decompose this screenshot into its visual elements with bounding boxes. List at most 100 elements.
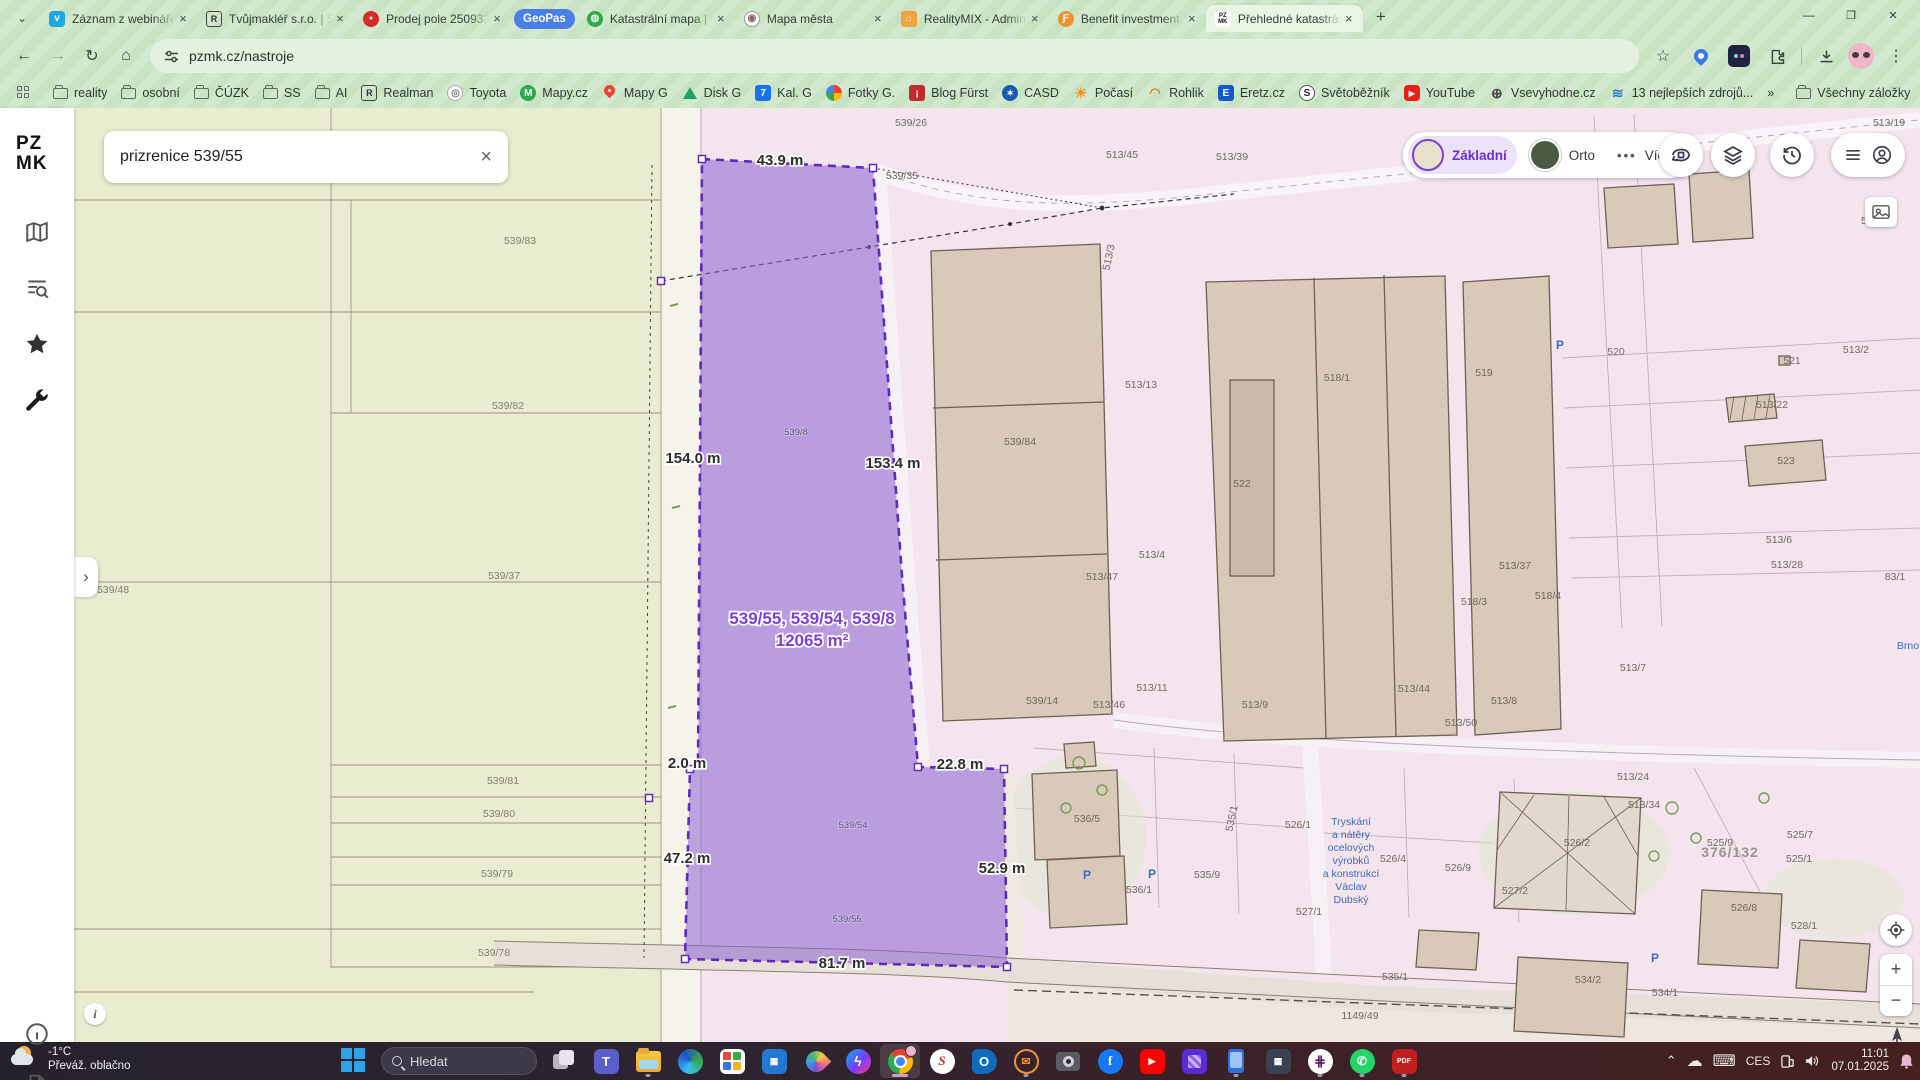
tab-close-icon[interactable]: × bbox=[1027, 11, 1043, 27]
taskbar-app-whatsapp[interactable]: ✆ bbox=[1342, 1044, 1382, 1078]
bookmark-item[interactable]: Disk G bbox=[675, 82, 749, 104]
taskbar-app-outlook[interactable]: O bbox=[964, 1044, 1004, 1078]
browser-tab[interactable]: ƑBenefit investment, a.s. (Iva× bbox=[1049, 5, 1206, 32]
bookmark-item[interactable]: reality bbox=[46, 83, 114, 103]
search-list-icon[interactable] bbox=[0, 260, 74, 316]
taskbar-search[interactable]: Hledat bbox=[381, 1047, 537, 1075]
taskbar-app-chrome[interactable] bbox=[880, 1044, 920, 1078]
address-bar[interactable]: pzmk.cz/nastroje bbox=[150, 39, 1639, 73]
polygon-vertex-handle[interactable] bbox=[682, 956, 689, 963]
map-snapshot-button[interactable] bbox=[1865, 197, 1897, 227]
dark-extension-icon[interactable] bbox=[1723, 40, 1755, 72]
extensions-puzzle-icon[interactable] bbox=[1761, 40, 1793, 72]
rotate-3d-button[interactable] bbox=[1659, 133, 1703, 177]
map-viewport[interactable]: 539/83539/82539/37539/48539/81539/80539/… bbox=[74, 108, 1920, 1042]
map-canvas[interactable]: 539/83539/82539/37539/48539/81539/80539/… bbox=[74, 108, 1920, 1042]
tab-group-chip[interactable]: GeoPas bbox=[514, 9, 575, 29]
new-tab-button[interactable]: + bbox=[1367, 3, 1395, 31]
tray-hidden-icons-chevron[interactable]: ⌃ bbox=[1666, 1053, 1677, 1069]
bookmark-item[interactable]: ✶CASD bbox=[995, 82, 1066, 104]
volume-icon[interactable] bbox=[1805, 1054, 1821, 1068]
pzmk-logo[interactable]: PZMK bbox=[16, 134, 74, 174]
bookmark-item[interactable]: ▶YouTube bbox=[1397, 82, 1482, 104]
profile-avatar[interactable] bbox=[1848, 43, 1874, 69]
bookmark-item[interactable]: RRealman bbox=[354, 82, 440, 104]
bookmark-item[interactable]: EEretz.cz bbox=[1211, 82, 1292, 104]
tab-search-button[interactable]: ⌄ bbox=[8, 5, 36, 31]
tab-close-icon[interactable]: × bbox=[1341, 11, 1357, 27]
tab-close-icon[interactable]: × bbox=[1184, 11, 1200, 27]
chrome-menu-icon[interactable]: ⋮ bbox=[1880, 40, 1912, 72]
tab-close-icon[interactable]: × bbox=[870, 11, 886, 27]
basemap-basic-option[interactable]: Základní bbox=[1408, 136, 1517, 174]
tab-close-icon[interactable]: × bbox=[489, 11, 505, 27]
bookmark-item[interactable]: Fotky G. bbox=[819, 82, 902, 104]
taskbar-app-explorer[interactable] bbox=[628, 1044, 668, 1078]
clear-search-icon[interactable]: × bbox=[480, 146, 492, 169]
zoom-in-button[interactable]: + bbox=[1880, 954, 1912, 986]
downloads-icon[interactable] bbox=[1810, 40, 1842, 72]
polygon-vertex-handle[interactable] bbox=[646, 795, 653, 802]
site-settings-icon[interactable] bbox=[164, 49, 179, 64]
taskbar-app-calculator[interactable]: ▦ bbox=[1258, 1044, 1298, 1078]
phone-link-icon[interactable] bbox=[1780, 1054, 1795, 1069]
window-maximize-button[interactable]: ❐ bbox=[1830, 0, 1872, 30]
sidebar-info-icon[interactable] bbox=[0, 1006, 74, 1062]
maps-pin-extension-icon[interactable] bbox=[1685, 40, 1717, 72]
taskbar-app-clipchamp[interactable] bbox=[1174, 1044, 1214, 1078]
polygon-vertex-handle[interactable] bbox=[870, 165, 877, 172]
bookmark-item[interactable]: ⊕Vsevyhodne.cz bbox=[1482, 82, 1603, 104]
window-minimize-button[interactable]: — bbox=[1788, 0, 1830, 30]
taskbar-app-calendar[interactable]: ▦ bbox=[754, 1044, 794, 1078]
forward-button[interactable]: → bbox=[42, 40, 74, 72]
polygon-vertex-handle[interactable] bbox=[1004, 964, 1011, 971]
browser-tab[interactable]: ⌂RealityMIX - Administrační× bbox=[892, 5, 1049, 32]
bookmark-item[interactable]: MMapy.cz bbox=[513, 82, 595, 104]
taskbar-app-phone[interactable] bbox=[1216, 1044, 1256, 1078]
polygon-vertex-handle[interactable] bbox=[1001, 766, 1008, 773]
bookmark-item[interactable]: osobní bbox=[114, 83, 187, 103]
taskbar-app-teams[interactable]: T bbox=[586, 1044, 626, 1078]
panel-expander-button[interactable]: › bbox=[74, 557, 98, 597]
layers-button[interactable] bbox=[1711, 133, 1755, 177]
polygon-vertex-handle[interactable] bbox=[915, 764, 922, 771]
compass-north-button[interactable] bbox=[1886, 1024, 1908, 1042]
map-icon[interactable] bbox=[0, 204, 74, 260]
polygon-vertex-handle[interactable] bbox=[699, 156, 706, 163]
taskbar-app-camera[interactable] bbox=[1048, 1044, 1088, 1078]
notifications-bell-icon[interactable] bbox=[1899, 1053, 1914, 1069]
menu-account-button[interactable] bbox=[1831, 133, 1905, 177]
taskbar-app-store[interactable] bbox=[712, 1044, 752, 1078]
reload-button[interactable]: ↻ bbox=[76, 40, 108, 72]
zoom-out-button[interactable]: − bbox=[1880, 986, 1912, 1017]
bookmark-item[interactable]: ☀Počasí bbox=[1066, 82, 1140, 104]
history-button[interactable] bbox=[1770, 133, 1814, 177]
sidebar-document-icon[interactable] bbox=[0, 1058, 74, 1080]
start-button[interactable] bbox=[334, 1044, 374, 1078]
tab-close-icon[interactable]: × bbox=[713, 11, 729, 27]
taskbar-app-pdf[interactable]: PDF bbox=[1384, 1044, 1424, 1078]
apps-grid-icon[interactable] bbox=[10, 83, 38, 103]
map-info-button[interactable]: i bbox=[84, 1003, 106, 1025]
browser-tab[interactable]: PZMKPřehledné katastrální mapy× bbox=[1206, 5, 1363, 32]
browser-tab[interactable]: ●Prodej pole 250933 m², Mě× bbox=[354, 5, 511, 32]
tools-wrench-icon[interactable] bbox=[0, 372, 74, 428]
language-indicator[interactable]: CES bbox=[1746, 1054, 1771, 1068]
bookmarks-overflow-chevron[interactable]: » bbox=[1760, 83, 1781, 103]
map-search-box[interactable]: prizrenice 539/55 × bbox=[104, 131, 508, 183]
taskbar-app-mail[interactable]: ✉ bbox=[1006, 1044, 1046, 1078]
taskbar-app-youtube[interactable]: ▶ bbox=[1132, 1044, 1172, 1078]
bookmark-item[interactable]: SSvětoběžník bbox=[1292, 82, 1397, 104]
favorites-star-icon[interactable] bbox=[0, 316, 74, 372]
bookmark-item[interactable]: Mapy G bbox=[595, 82, 675, 104]
bookmark-item[interactable]: ◎Toyota bbox=[440, 82, 513, 104]
bookmark-item[interactable]: ◠Rohlik bbox=[1140, 82, 1211, 104]
home-button[interactable]: ⌂ bbox=[110, 40, 142, 72]
basemap-ortho-option[interactable]: Orto bbox=[1525, 136, 1605, 174]
touch-keyboard-icon[interactable]: ⌨ bbox=[1713, 1051, 1736, 1071]
locate-me-button[interactable] bbox=[1880, 914, 1912, 946]
bookmark-item[interactable]: 7Kal. G bbox=[748, 82, 819, 104]
bookmark-item[interactable]: ČÚZK bbox=[187, 83, 256, 103]
taskbar-app-facebook[interactable]: f bbox=[1090, 1044, 1130, 1078]
bookmark-star-icon[interactable]: ☆ bbox=[1647, 40, 1679, 72]
